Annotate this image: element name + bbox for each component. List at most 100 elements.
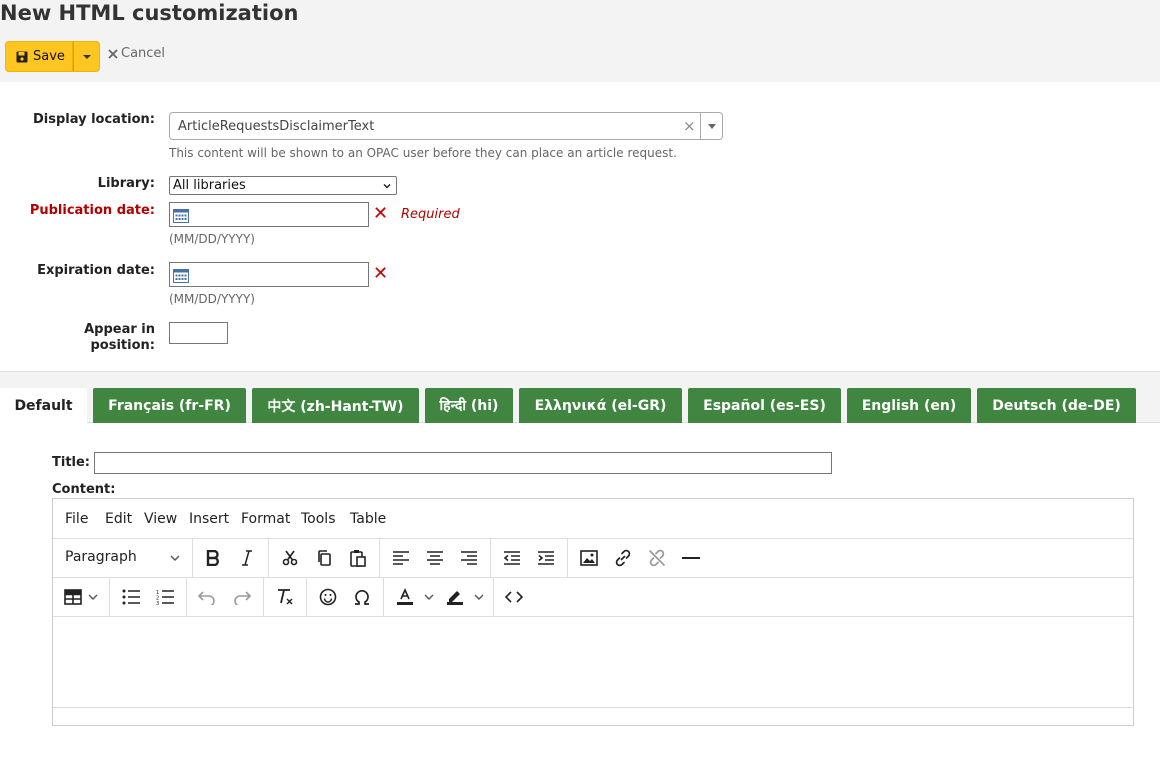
content-label: Content: <box>52 482 116 497</box>
position-label-line2: position: <box>90 338 156 353</box>
insert-link-button[interactable] <box>610 546 636 570</box>
tab-hi[interactable]: हिन्दी (hi) <box>425 388 513 423</box>
tab-en[interactable]: English (en) <box>847 388 971 423</box>
tab-fr-fr[interactable]: Français (fr-FR) <box>93 388 246 423</box>
copy-icon <box>318 550 331 566</box>
position-input[interactable] <box>169 322 228 344</box>
tab-es-es[interactable]: Español (es-ES) <box>688 388 841 423</box>
expiration-date-label: Expiration date: <box>37 263 155 278</box>
align-center-button[interactable] <box>422 546 448 570</box>
editor-toolbar-row-1: Paragraph <box>53 539 1133 578</box>
save-dropdown-button[interactable] <box>73 41 100 72</box>
clear-formatting-button[interactable] <box>272 585 298 609</box>
align-left-button[interactable] <box>388 546 414 570</box>
clear-expiration-date-icon[interactable]: ✕ <box>373 265 388 283</box>
editor-menubar: File Edit View Insert Format Tools Table <box>53 499 1133 539</box>
background-color-button[interactable] <box>442 585 468 609</box>
tab-de-de[interactable]: Deutsch (de-DE) <box>977 388 1136 423</box>
calendar-icon[interactable] <box>173 268 189 283</box>
display-location-hint: This content will be shown to an OPAC us… <box>169 146 677 160</box>
italic-button[interactable] <box>234 546 260 570</box>
display-location-label: Display location: <box>32 112 155 127</box>
chevron-down-icon[interactable] <box>708 124 716 129</box>
block-format-select[interactable]: Paragraph <box>65 549 137 565</box>
copy-button[interactable] <box>311 546 337 570</box>
paste-button[interactable] <box>345 546 371 570</box>
highlighter-icon <box>447 591 463 605</box>
expiration-date-input[interactable] <box>169 262 369 287</box>
italic-icon <box>242 550 252 566</box>
bold-button[interactable] <box>200 546 226 570</box>
save-button[interactable]: Save <box>5 41 73 72</box>
special-character-button[interactable] <box>349 585 375 609</box>
indent-icon <box>538 551 554 565</box>
outdent-button[interactable] <box>499 546 525 570</box>
chevron-down-icon[interactable] <box>424 593 434 601</box>
table-button[interactable] <box>60 585 86 609</box>
title-label: Title: <box>52 455 91 470</box>
bullet-list-button[interactable] <box>118 585 144 609</box>
library-value: All libraries <box>173 178 246 193</box>
toolbar-separator <box>109 578 110 616</box>
clear-selection-icon[interactable]: × <box>683 117 696 135</box>
emoticons-button[interactable] <box>315 585 341 609</box>
chevron-down-icon[interactable] <box>474 593 484 601</box>
undo-icon <box>198 591 215 605</box>
table-icon <box>64 589 82 605</box>
menu-file[interactable]: File <box>65 511 88 527</box>
save-label: Save <box>33 49 65 64</box>
menu-tools[interactable]: Tools <box>301 511 336 527</box>
unlink-icon <box>649 549 665 567</box>
publication-date-input[interactable] <box>169 202 369 227</box>
undo-button[interactable] <box>194 585 220 609</box>
toolbar-separator <box>186 578 187 616</box>
library-label: Library: <box>97 176 155 191</box>
menu-format[interactable]: Format <box>241 511 290 527</box>
cancel-label: Cancel <box>121 46 166 61</box>
editor-statusbar <box>53 707 1133 725</box>
toolbar-separator <box>192 539 193 577</box>
cut-button[interactable] <box>277 546 303 570</box>
menu-edit[interactable]: Edit <box>105 511 132 527</box>
publication-date-label: Publication date: <box>29 203 155 218</box>
indent-button[interactable] <box>533 546 559 570</box>
horizontal-line-button[interactable] <box>678 546 704 570</box>
clear-formatting-icon <box>278 589 293 605</box>
text-color-button[interactable] <box>392 585 418 609</box>
cancel-link[interactable]: Cancel <box>108 46 165 61</box>
toolbar-separator <box>490 539 491 577</box>
clear-publication-date-icon[interactable]: ✕ <box>373 205 388 223</box>
chevron-down-icon <box>383 183 391 189</box>
source-code-button[interactable] <box>501 585 527 609</box>
display-location-select[interactable]: ArticleRequestsDisclaimerText × <box>169 112 723 140</box>
caret-down-icon <box>82 54 91 59</box>
calendar-icon[interactable] <box>173 208 189 223</box>
insert-image-button[interactable] <box>576 546 602 570</box>
redo-button[interactable] <box>229 585 255 609</box>
redo-icon <box>234 591 251 605</box>
expiration-date-hint: (MM/DD/YYYY) <box>169 292 255 306</box>
numbered-list-icon: 123 <box>156 590 174 605</box>
toolbar-separator <box>383 578 384 616</box>
menu-view[interactable]: View <box>144 511 177 527</box>
library-select[interactable]: All libraries <box>169 176 397 195</box>
publication-date-hint: (MM/DD/YYYY) <box>169 232 255 246</box>
align-right-button[interactable] <box>456 546 482 570</box>
bold-icon <box>206 550 219 566</box>
align-left-icon <box>393 551 409 565</box>
block-format-value: Paragraph <box>65 549 137 565</box>
menu-insert[interactable]: Insert <box>189 511 229 527</box>
numbered-list-button[interactable]: 123 <box>152 585 178 609</box>
tab-default[interactable]: Default <box>0 388 87 423</box>
chevron-down-icon <box>88 594 98 600</box>
title-input[interactable] <box>94 452 832 474</box>
display-location-value: ArticleRequestsDisclaimerText <box>178 119 375 134</box>
unlink-button[interactable] <box>644 546 670 570</box>
tab-el-gr[interactable]: Ελληνικά (el-GR) <box>519 388 682 423</box>
rich-text-editor: File Edit View Insert Format Tools Table… <box>52 498 1134 726</box>
outdent-icon <box>504 551 520 565</box>
tab-zh-hant-tw[interactable]: 中文 (zh-Hant-TW) <box>252 388 419 423</box>
page-title: New HTML customization <box>0 1 299 25</box>
menu-table[interactable]: Table <box>350 511 386 527</box>
editor-content-area[interactable] <box>53 617 1133 707</box>
